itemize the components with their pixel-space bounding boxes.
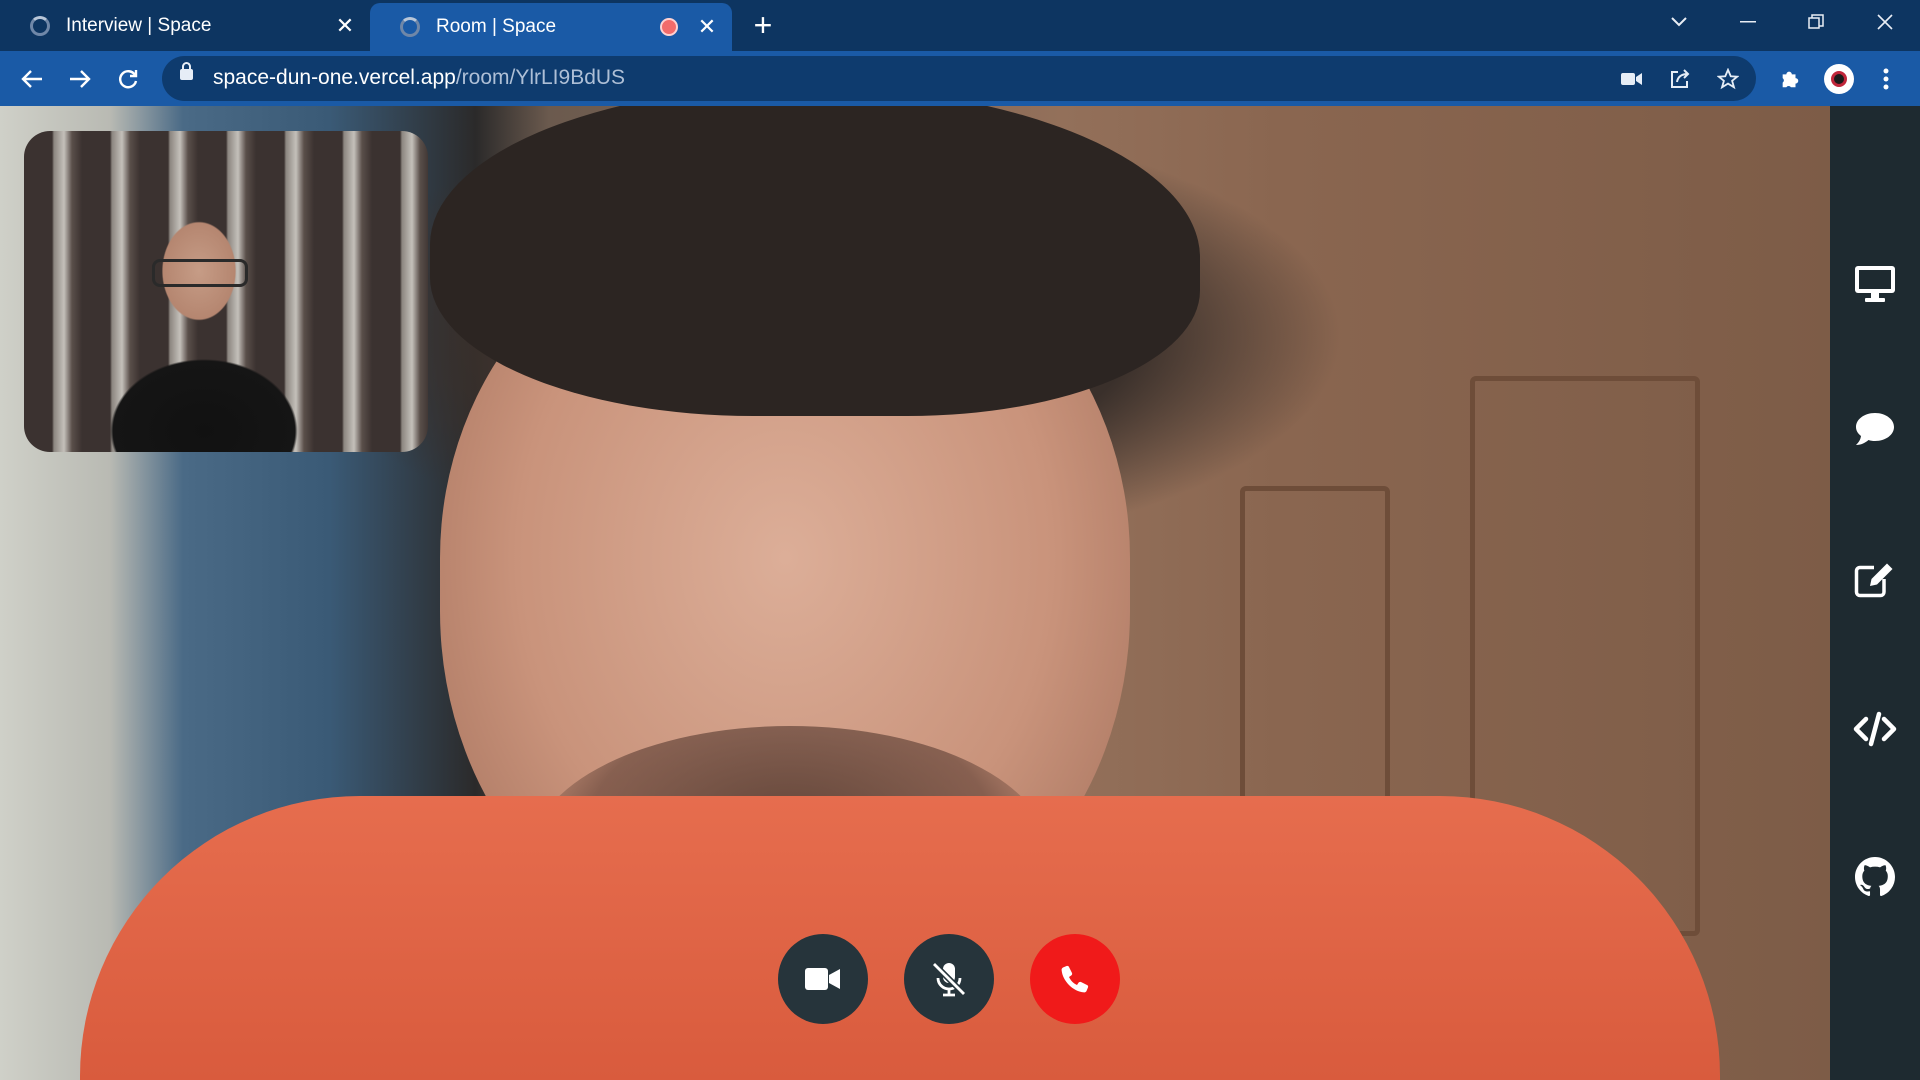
forward-arrow-icon[interactable] [62,61,98,97]
url-host: space-dun-one.vercel.app [213,66,456,89]
loading-favicon-icon [30,15,50,36]
end-call-button[interactable] [1030,934,1120,1024]
microphone-toggle-button[interactable] [904,934,994,1024]
bookmark-star-icon[interactable] [1713,64,1743,94]
video-camera-icon [805,968,840,990]
lock-icon[interactable] [180,62,193,80]
reload-icon[interactable] [110,61,146,97]
close-tab-icon[interactable]: ✕ [694,14,720,40]
chat-bubble-icon [1856,413,1894,445]
tab-title: Room | Space [436,16,557,37]
back-arrow-icon[interactable] [14,61,50,97]
desktop-icon [1855,266,1895,302]
microphone-slash-icon [931,961,967,997]
camera-toggle-button[interactable] [778,934,868,1024]
restore-icon[interactable] [1788,0,1844,44]
remote-participant-hair [430,106,1200,416]
close-tab-icon[interactable]: ✕ [332,13,358,39]
minimize-icon[interactable] [1720,0,1776,44]
tab-interview[interactable]: Interview | Space ✕ [0,0,370,51]
code-editor-button[interactable] [1850,704,1900,754]
local-video-preview[interactable] [24,131,428,452]
screen-share-button[interactable] [1850,259,1900,309]
new-tab-button[interactable]: + [748,9,778,41]
address-bar[interactable]: space-dun-one.vercel.app/room/YlrLI9BdUS [162,56,1756,101]
extensions-puzzle-icon[interactable] [1772,61,1808,97]
share-icon[interactable] [1665,64,1695,94]
github-link-button[interactable] [1850,852,1900,902]
tab-title: Interview | Space [66,14,212,36]
close-window-icon[interactable] [1857,0,1913,44]
url-path: /room/YlrLI9BdUS [455,66,626,89]
whiteboard-button[interactable] [1850,554,1900,604]
video-room [0,106,1920,1080]
tab-strip: Interview | Space ✕ Room | Space ✕ + [0,0,1920,51]
edit-icon [1854,563,1893,598]
kebab-menu-icon[interactable] [1868,61,1904,97]
local-participant-glasses [152,259,248,287]
recording-indicator-icon [660,18,678,36]
profile-avatar[interactable] [1824,64,1854,94]
tab-search-icon[interactable] [1651,0,1707,44]
phone-icon [1061,965,1089,993]
loading-favicon-icon [400,17,420,37]
tab-room[interactable]: Room | Space ✕ [370,3,732,51]
tools-sidebar [1830,106,1920,1080]
chat-button[interactable] [1850,404,1900,454]
remote-participant-shirt [80,796,1720,1080]
browser-toolbar: space-dun-one.vercel.app/room/YlrLI9BdUS [0,51,1920,106]
url-text[interactable]: space-dun-one.vercel.app/room/YlrLI9BdUS [213,66,625,90]
camera-in-use-icon[interactable] [1617,64,1647,94]
code-icon [1853,711,1897,747]
github-icon [1855,857,1895,897]
